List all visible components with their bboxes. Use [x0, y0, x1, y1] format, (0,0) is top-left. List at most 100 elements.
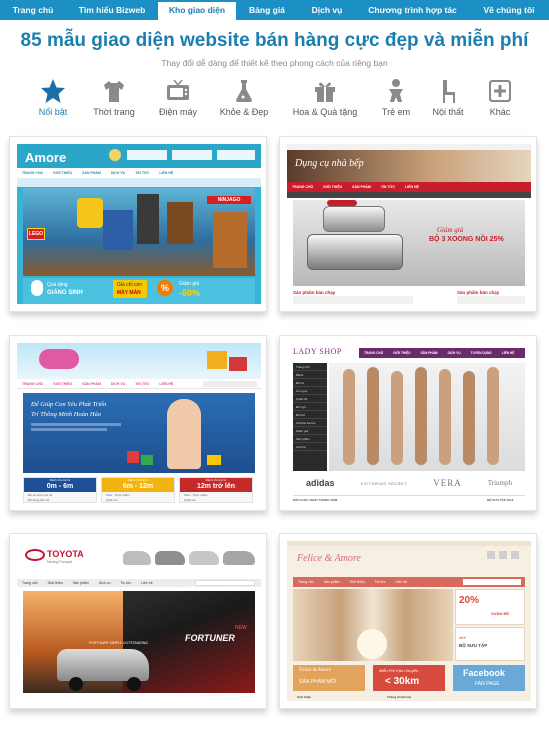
category-label: Nổi bật [38, 107, 68, 117]
theme-menu-item: Trang chủ [22, 581, 38, 585]
age-box-range: 6m - 12m [122, 483, 154, 490]
new-small: Mới [459, 635, 466, 640]
theme-menu-item: Liên hệ [395, 580, 408, 584]
theme-card-amore[interactable]: Amore TRANG CHỦ GIỚI THIỆU SẢN PHẨM DỊCH VỤ… [9, 136, 267, 312]
new-collection: BỘ SƯU TẬP [459, 643, 488, 648]
category-label: Điện máy [158, 107, 197, 117]
theme-card-felice-amore[interactable]: Felice & Amore Trang chủ Sản phẩm Giới thi… [279, 533, 537, 709]
tile-2-sub: < 30km [385, 676, 420, 687]
age-box[interactable]: Dành cho bé từ 0m - 6m Đồ sơ sinh cho bé Đồ… [23, 477, 97, 503]
promo-price-2: MÁY MÀN [117, 290, 141, 296]
age-box[interactable]: Dành cho bé từ 6m - 12m Sữa - Thực phẩm Quầ… [101, 477, 175, 503]
nav-item[interactable]: Dịch vụ [298, 0, 356, 20]
chair-icon [443, 80, 455, 103]
sidebar-item: Đồ lót [293, 379, 327, 387]
theme-menu-item: Tin tức [120, 581, 132, 585]
theme-logo: Felice & Amore [297, 553, 361, 564]
theme-menu-item: LIÊN HỆ [405, 185, 419, 189]
sidebar-item: Đồ bơi [293, 411, 327, 419]
age-box-line: Đồ dùng tắm bé [28, 498, 50, 502]
sidebar-item: Áo ngực [293, 387, 327, 395]
theme-menu-item: SẢN PHẨM [352, 185, 371, 189]
theme-menu-item: Sản phẩm [323, 580, 340, 584]
tile-3-sub: FAN PAGE [475, 681, 500, 687]
theme-menu-item: SẢN PHẨM [82, 381, 101, 386]
plus-box-icon [489, 80, 511, 102]
category-label: Khỏe & Đẹp [219, 107, 269, 117]
theme-menu-item: Giới thiệu [47, 581, 63, 585]
tile-2-title: Miễn Phí Vận Chuyển [379, 668, 418, 673]
sidebar-item: Liên hệ [293, 443, 327, 451]
sidebar-item: Sản phẩm [293, 435, 327, 443]
theme-card-kids[interactable]: TRANG CHỦ GIỚI THIỆU SẢN PHẨM DỊCH VỤ TIN TỨ… [9, 335, 267, 511]
section-best-right: Sản phẩm bán chạy [457, 290, 500, 295]
sidebar-item: Bikini [293, 371, 327, 379]
age-box-line: Quần áo [106, 498, 118, 502]
gift-icon [315, 82, 335, 102]
theme-card-lady-shop[interactable]: LADY SHOP TRANG CHỦ GIỚI THIỆU SẢN PHẨM DỊC… [279, 335, 537, 511]
promo-small: Giảm giá [437, 226, 464, 234]
tile-3-title: Facebook [463, 668, 506, 678]
theme-card-kitchen[interactable]: Dụng cụ nhà bếp TRANG CHỦ GIỚI THIỆU SẢN P… [279, 136, 537, 312]
age-box[interactable]: Dành cho bé từ 12m trở lên Sữa - Thực phẩm… [179, 477, 253, 503]
category-electronics[interactable]: Điện máy [143, 76, 213, 117]
nav-item[interactable]: Chương trình hợp tác [356, 0, 469, 20]
theme-menu-item: LIÊN HỆ [159, 381, 174, 386]
theme-menu-item: LIÊN HỆ [501, 351, 515, 355]
theme-menu-item: Giới thiệu [349, 580, 365, 584]
theme-tagline: Moving Forward [47, 560, 73, 564]
age-box-range: 12m trở lên [196, 483, 236, 490]
brand-logo: VICTORIAS SECRET [360, 480, 408, 486]
theme-logo: Dụng cụ nhà bếp [295, 158, 364, 169]
nav-item[interactable]: Bảng giá [236, 0, 298, 20]
section-best-left: Sản phẩm bán chạy [293, 290, 336, 295]
hero-line-1: Để Giúp Con Yêu Phát Triển [31, 401, 107, 408]
section-collection: BỘ SƯU TẬP 2013 [487, 498, 514, 502]
theme-menu-item: GIỚI THIỆU [53, 381, 73, 386]
theme-logo: TOYOTA [47, 549, 84, 559]
promo-big: BỘ 3 XOONG NỒI 25% [429, 236, 504, 243]
age-box-range: 0m - 6m [46, 483, 74, 490]
theme-menu-item: TRANG CHỦ [292, 185, 313, 189]
theme-menu-item: Sản phẩm [72, 581, 89, 585]
category-other[interactable]: Khác [465, 76, 535, 117]
banner-ninjago: NINJAGO [207, 196, 251, 204]
promo-sale-2: -60% [179, 288, 201, 298]
promo-gift-1: Quà tặng [47, 282, 68, 288]
tv-icon [167, 79, 189, 100]
theme-menu-item: GIỚI THIỆU [323, 185, 343, 189]
nav-item[interactable]: Tìm hiểu Bizweb [66, 0, 158, 20]
category-featured[interactable]: Nổi bật [18, 76, 88, 117]
category-fashion[interactable]: Thời trang [79, 76, 149, 117]
page: Trang chủ Tìm hiểu Bizweb Kho giao diện Bản… [0, 0, 549, 731]
tile-1-sub: SẢN PHẨM MỚI [299, 679, 337, 685]
theme-menu-item: TRANG CHỦ [22, 171, 43, 175]
category-flowers-gifts[interactable]: Hoa & Quà tặng [290, 76, 360, 117]
sidebar-item: Giảm giá [293, 427, 327, 435]
theme-menu-item: TIN TỨC [135, 171, 150, 175]
category-label: Khác [489, 107, 511, 117]
brand-logo: adidas [305, 478, 335, 488]
page-title: 85 mẫu giao diện website bán hàng cực đẹ… [20, 30, 529, 51]
promo-sale-1: Giảm giá [179, 281, 200, 287]
car-name: FORTUNER [185, 633, 235, 643]
nav-item[interactable]: Kho giao diện [158, 0, 236, 20]
theme-menu-item: TIN TỨC [135, 381, 150, 386]
theme-menu-item: TIN TỨC [380, 185, 395, 189]
brand-logo: Triumph [487, 479, 512, 487]
theme-menu-item: TUYỂN DỤNG [470, 351, 492, 355]
flask-icon [236, 80, 252, 102]
baby-icon [389, 79, 403, 102]
category-health-beauty[interactable]: Khỏe & Đẹp [209, 76, 279, 117]
category-label: Thời trang [93, 107, 135, 117]
tshirt-icon [104, 81, 124, 102]
footer-contact: Thông tin liên hệ [387, 695, 411, 699]
age-box-line: Quần áo [184, 498, 196, 502]
star-icon [41, 79, 65, 103]
brand-badge: LEGO [27, 228, 45, 240]
theme-card-toyota[interactable]: TOYOTA Moving Forward Trang chủ Giới thiệ… [9, 533, 267, 709]
theme-menu-item: SẢN PHẨM [420, 351, 438, 355]
nav-item[interactable]: Trang chủ [0, 0, 66, 20]
sidebar-item: Victoria Secret [293, 419, 327, 427]
nav-item[interactable]: Về chúng tôi [469, 0, 549, 20]
